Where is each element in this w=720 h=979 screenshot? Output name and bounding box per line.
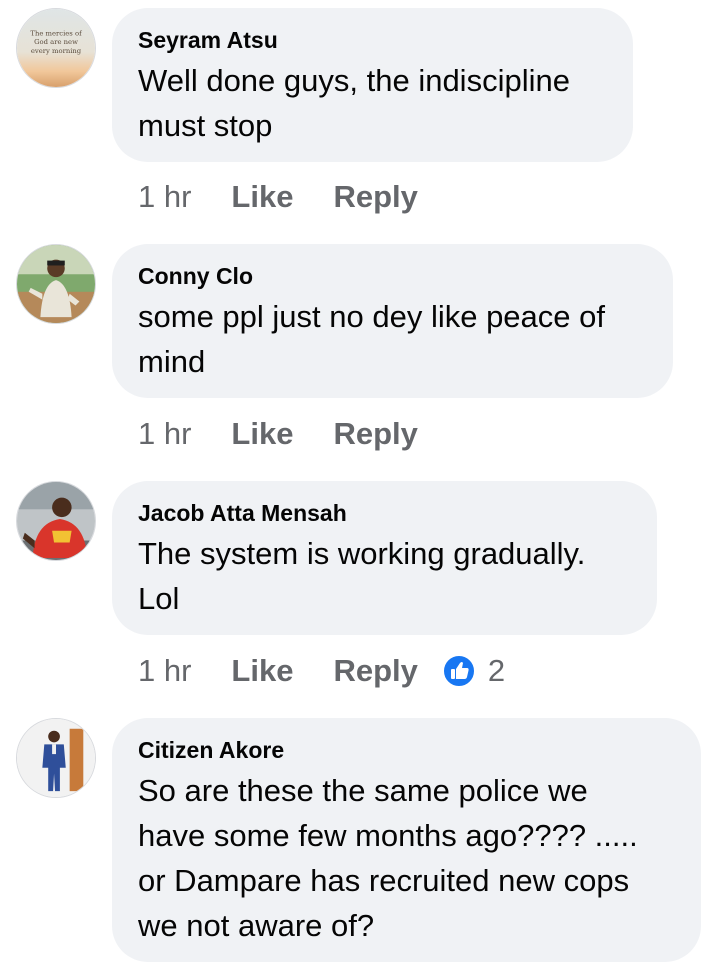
comment-text: some ppl just no dey like peace of mind bbox=[138, 294, 647, 384]
comment-text: The system is working gradually. Lol bbox=[138, 531, 631, 621]
avatar-image: The mercies of God are new every morning bbox=[17, 9, 95, 87]
comment-author[interactable]: Seyram Atsu bbox=[138, 26, 607, 54]
comment-text-line: have some few months ago???? ..... bbox=[138, 818, 638, 853]
comment-bubble: Citizen Akore So are these the same poli… bbox=[112, 718, 701, 962]
comment-text-line: mind bbox=[138, 344, 206, 379]
avatar[interactable] bbox=[16, 244, 96, 324]
avatar-image bbox=[17, 245, 95, 323]
comment-text-line: Lol bbox=[138, 581, 180, 616]
comment-bubble: Conny Clo some ppl just no dey like peac… bbox=[112, 244, 673, 398]
like-button[interactable]: Like bbox=[231, 179, 293, 215]
comment-actions: 1 hr Like Reply bbox=[138, 414, 418, 454]
thumbs-up-icon bbox=[441, 654, 476, 688]
avatar[interactable]: The mercies of God are new every morning bbox=[16, 8, 96, 88]
comment-text-line: some ppl just no dey like peace of bbox=[138, 299, 605, 334]
comment-actions: 1 hr Like Reply bbox=[138, 177, 418, 217]
avatar-image bbox=[17, 482, 95, 560]
avatar[interactable] bbox=[16, 718, 96, 798]
comment-text: So are these the same police we have som… bbox=[138, 768, 675, 948]
comment-text-line: or Dampare has recruited new cops bbox=[138, 863, 630, 898]
comment-author[interactable]: Jacob Atta Mensah bbox=[138, 499, 631, 527]
like-button[interactable]: Like bbox=[231, 416, 293, 452]
comment-text: Well done guys, the indiscipline must st… bbox=[138, 58, 607, 148]
avatar-text-line: every morning bbox=[31, 47, 82, 55]
reply-button[interactable]: Reply bbox=[333, 653, 417, 689]
comment-text-line: must stop bbox=[138, 108, 273, 143]
avatar[interactable] bbox=[16, 481, 96, 561]
reply-button[interactable]: Reply bbox=[333, 416, 417, 452]
avatar-image bbox=[17, 719, 95, 797]
reaction-summary[interactable]: 2 bbox=[441, 653, 506, 689]
comment-timestamp[interactable]: 1 hr bbox=[138, 179, 191, 215]
comment-author[interactable]: Conny Clo bbox=[138, 262, 647, 290]
comment-bubble: Jacob Atta Mensah The system is working … bbox=[112, 481, 657, 635]
comment-text-line: So are these the same police we bbox=[138, 773, 588, 808]
comment-timestamp[interactable]: 1 hr bbox=[138, 416, 191, 452]
reply-button[interactable]: Reply bbox=[333, 179, 417, 215]
comment-bubble: Seyram Atsu Well done guys, the indiscip… bbox=[112, 8, 633, 162]
comment-text-line: The system is working gradually. bbox=[138, 536, 586, 571]
like-button[interactable]: Like bbox=[231, 653, 293, 689]
reaction-count: 2 bbox=[487, 653, 506, 688]
avatar-text-line: The mercies of bbox=[30, 29, 82, 37]
comment-actions: 1 hr Like Reply 2 bbox=[138, 651, 505, 691]
comment-text-line: Well done guys, the indiscipline bbox=[138, 63, 570, 98]
avatar-text-line: God are new bbox=[34, 38, 78, 46]
comment-text-line: we not aware of? bbox=[138, 908, 375, 943]
comment-author[interactable]: Citizen Akore bbox=[138, 736, 675, 764]
comment-timestamp[interactable]: 1 hr bbox=[138, 653, 191, 689]
